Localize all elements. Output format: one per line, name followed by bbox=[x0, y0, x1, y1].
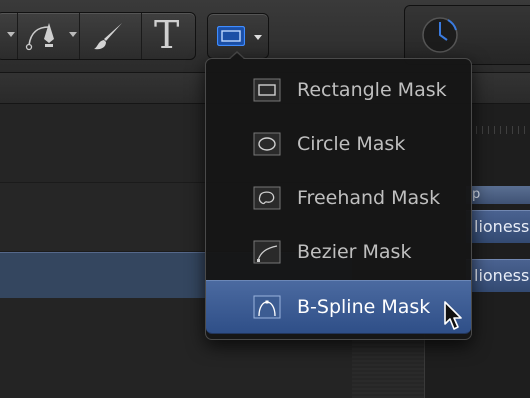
menu-item-label: Circle Mask bbox=[297, 133, 406, 155]
layer-bar[interactable]: lioness bbox=[466, 259, 530, 292]
timeline-ruler bbox=[470, 126, 530, 134]
rectangle-mask-icon bbox=[253, 78, 281, 102]
bezier-mask-icon bbox=[253, 240, 281, 264]
tool-group: T bbox=[0, 12, 196, 60]
menu-item-rectangle-mask[interactable]: Rectangle Mask bbox=[206, 64, 471, 118]
menu-item-bspline-mask[interactable]: B-Spline Mask bbox=[206, 280, 471, 334]
bezier-pen-tool-button[interactable] bbox=[19, 13, 77, 59]
tool-separator bbox=[17, 13, 18, 59]
bspline-mask-icon bbox=[253, 295, 281, 319]
menu-item-circle-mask[interactable]: Circle Mask bbox=[206, 118, 471, 172]
circle-mask-icon bbox=[253, 132, 281, 156]
rectangle-mask-icon bbox=[217, 26, 245, 46]
chevron-down-icon[interactable] bbox=[7, 32, 15, 38]
layer-group-header[interactable]: p bbox=[466, 186, 530, 204]
paintbrush-icon bbox=[94, 23, 122, 50]
timing-display[interactable] bbox=[404, 5, 530, 65]
text-tool-icon: T bbox=[154, 13, 180, 57]
mouse-cursor-icon bbox=[444, 301, 462, 330]
menu-item-label: Bezier Mask bbox=[297, 241, 412, 263]
clock-icon bbox=[422, 17, 458, 53]
text-tool-button[interactable]: T bbox=[142, 13, 194, 59]
menu-item-label: B-Spline Mask bbox=[297, 296, 431, 318]
paint-stroke-tool-button[interactable] bbox=[80, 13, 140, 59]
chevron-down-icon[interactable] bbox=[69, 32, 77, 38]
bezier-pen-icon bbox=[25, 23, 54, 51]
chevron-down-icon[interactable] bbox=[254, 35, 262, 41]
menu-item-label: Freehand Mask bbox=[297, 187, 441, 209]
freehand-mask-icon bbox=[253, 186, 281, 210]
mask-tool-menu: Rectangle Mask Circle Mask Freehand Mask… bbox=[205, 53, 472, 340]
menu-item-freehand-mask[interactable]: Freehand Mask bbox=[206, 172, 471, 226]
menu-item-bezier-mask[interactable]: Bezier Mask bbox=[206, 226, 471, 280]
layer-bar[interactable]: lioness bbox=[466, 210, 530, 243]
menu-item-label: Rectangle Mask bbox=[297, 79, 447, 101]
menu-caret-inner bbox=[229, 53, 245, 60]
